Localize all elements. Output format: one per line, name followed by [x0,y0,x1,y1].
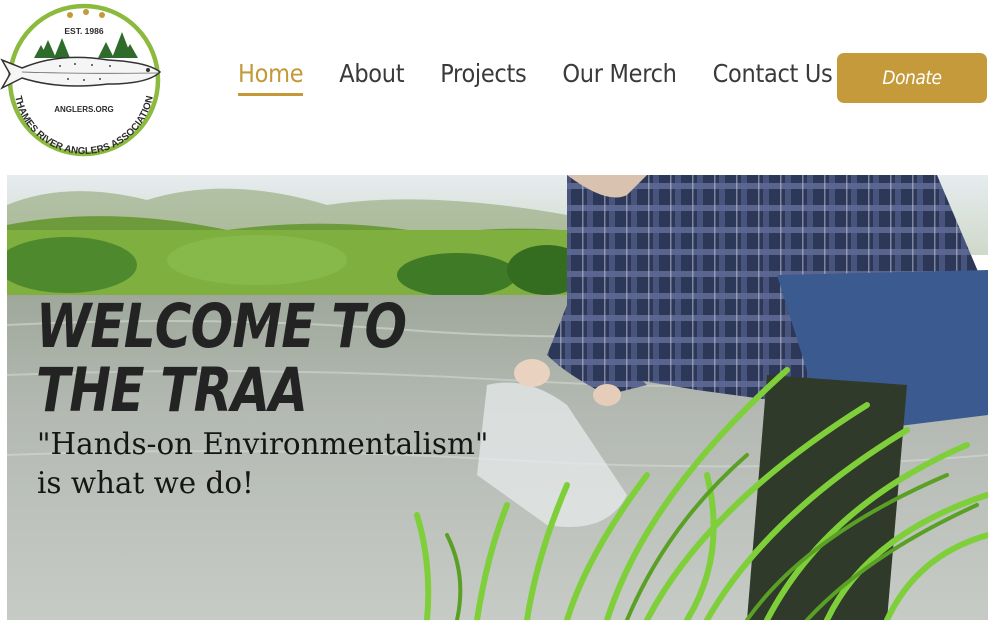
logo-est-text: EST. 1986 [64,26,103,36]
nav-about[interactable]: About [339,58,404,90]
main-nav: Home About Projects Our Merch Contact Us [238,58,868,96]
hero-subtitle-line2: is what we do! [37,466,254,501]
nav-contact-us[interactable]: Contact Us [713,58,833,90]
site-header: EST. 1986 ANGLERS.ORG THAMES RIVER ANGLE… [0,0,995,175]
nav-our-merch[interactable]: Our Merch [562,58,677,90]
traa-logo[interactable]: EST. 1986 ANGLERS.ORG THAMES RIVER ANGLE… [0,0,168,160]
hero-title: WELCOME TO THE TRAA [36,291,407,426]
hero-banner: WELCOME TO THE TRAA "Hands-on Environmen… [7,175,988,620]
hero-subtitle-line1: "Hands-on Environmentalism" [37,427,489,462]
hero-subtitle: "Hands-on Environmentalism" is what we d… [37,425,488,503]
logo-site-text: ANGLERS.ORG [54,105,114,114]
nav-home[interactable]: Home [238,58,304,96]
hero-title-line2: THE TRAA [36,355,308,426]
hero-title-line1: WELCOME TO [36,291,407,362]
donate-button[interactable]: Donate [837,53,987,103]
nav-projects[interactable]: Projects [440,58,526,90]
